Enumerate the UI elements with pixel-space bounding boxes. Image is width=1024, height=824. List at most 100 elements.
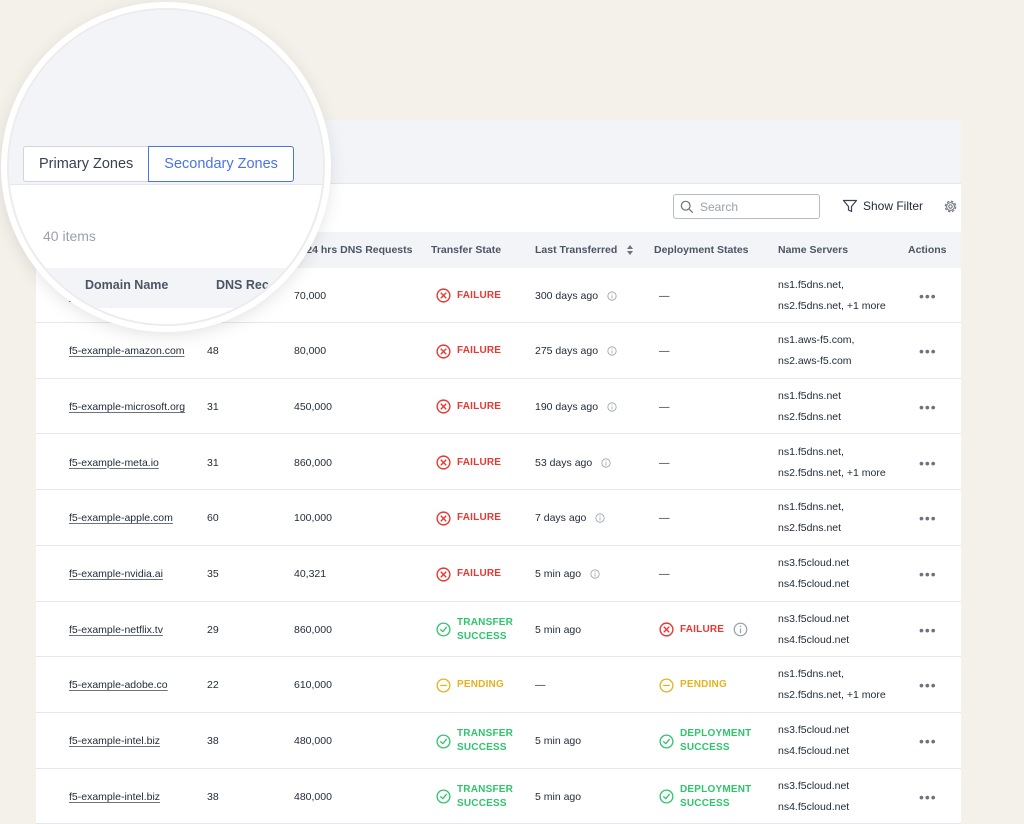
dns-records-value: 48 [207,345,219,358]
last-transferred-value: 53 days ago [535,456,593,469]
more-actions-icon[interactable]: ••• [919,547,937,602]
dns-requests-value: 80,000 [294,345,327,358]
column-last-transferred-label: Last Transferred [535,244,618,256]
status-text-line1: TRANSFER [457,616,514,628]
table-row[interactable]: f5-example-amazon.com 48 80,000 FAILURE 275 … [36,324,961,379]
info-icon[interactable] [607,402,617,412]
name-servers-cell: ns1.f5dns.net, ns2.f5dns.net, +1 more [778,658,886,713]
transfer-state-cell: FAILURE [436,268,501,323]
last-transferred-value: 190 days ago [535,400,599,413]
failure-icon [436,511,451,526]
status-badge: FAILURE [436,344,501,359]
transfer-state-cell: FAILURE [436,491,501,546]
dns-requests-value: 480,000 [294,735,332,748]
search-box[interactable] [673,194,820,219]
status-text-line1: FAILURE [457,512,502,524]
table-row[interactable]: f5-example-meta.io 31 860,000 FAILURE 53 day… [36,435,961,491]
status-badge: PENDING [436,678,504,693]
pending-icon [436,678,451,693]
tab-primary-zones[interactable]: Primary Zones [23,146,149,182]
name-server-2: ns4.f5cloud.net [778,800,850,813]
name-server-2: ns4.f5cloud.net [778,745,850,758]
domain-link[interactable]: f5-example-adobe.co [69,679,168,691]
name-servers-cell: ns3.f5cloud.net ns4.f5cloud.net [778,769,849,824]
deployment-state-cell: PENDING [659,658,727,713]
search-input[interactable] [700,199,800,214]
more-actions-icon[interactable]: ••• [919,658,937,713]
search-icon [680,200,694,213]
transfer-state-cell: FAILURE [436,435,501,490]
tab-secondary-zones[interactable]: Secondary Zones [148,146,294,182]
check-circle-icon [436,622,451,637]
domain-link[interactable]: f5-example-intel.biz [69,791,160,803]
show-filter-button[interactable]: Show Filter [842,198,923,214]
more-actions-icon[interactable]: ••• [919,491,937,546]
table-row[interactable]: f5-example-apple.com 60 100,000 FAILURE 7 da… [36,491,961,546]
last-transferred-cell: 5 min ago [535,769,581,824]
status-badge: FAILURE [659,622,754,637]
last-transferred-value: 300 days ago [535,289,599,302]
domain-link[interactable]: f5-example-intel.biz [69,735,160,747]
more-actions-icon[interactable]: ••• [919,268,937,323]
info-icon[interactable] [733,622,748,637]
more-actions-icon[interactable]: ••• [919,435,937,490]
column-actions: Actions [908,244,947,256]
table-row[interactable]: f5-example-netflix.tv 29 860,000 TRANSFER SU… [36,602,961,658]
domain-link[interactable]: f5-example-netflix.tv [69,624,163,636]
column-last-transferred[interactable]: Last Transferred [535,232,634,268]
status-text-line1: FAILURE [680,623,725,635]
info-icon[interactable] [607,290,617,301]
table-row[interactable]: f5-example-nvidia.ai 35 40,321 FAILURE 5 min… [36,547,961,602]
name-server-1: ns1.aws-f5.com, [778,334,855,347]
more-actions-icon[interactable]: ••• [919,324,937,379]
failure-icon [436,566,451,582]
name-server-1: ns1.f5dns.net, [778,278,844,291]
deployment-state-cell: — [659,268,670,323]
table-row[interactable]: f5-example-adobe.co 22 610,000 PENDING — PEND… [36,658,961,713]
dns-records-value: 35 [207,568,219,580]
dns-records-value: 31 [207,400,219,413]
table-row[interactable]: f5-example-intel.biz 38 480,000 TRANSFER SUC… [36,769,961,824]
dns-records-value: 60 [207,512,219,525]
name-servers-cell: ns3.f5cloud.net ns4.f5cloud.net [778,602,849,657]
domain-link[interactable]: f5-example-microsoft.org [69,401,185,413]
more-actions-icon[interactable]: ••• [919,769,937,824]
info-icon[interactable] [601,458,611,468]
gear-icon[interactable] [942,198,959,215]
table-row[interactable]: f5-example-microsoft.org 31 450,000 FAILURE… [36,379,961,435]
deployment-state-cell: DEPLOYMENT SUCCESS [659,769,751,824]
dns-records-value: 38 [207,790,219,803]
sort-icon[interactable] [626,244,634,256]
status-text-line2: SUCCESS [457,797,507,809]
column-domain-name[interactable]: Domain Name [85,278,168,292]
status-text-line1: FAILURE [457,400,502,412]
deployment-state-cell: FAILURE [659,602,754,657]
status-empty: — [659,400,670,413]
info-icon[interactable] [595,513,605,523]
dns-records-value: 38 [207,735,219,748]
status-badge: FAILURE [436,288,501,303]
domain-link[interactable]: f5-example-amazon.com [69,345,185,357]
name-server-1: ns1.f5dns.net, [778,445,844,458]
name-servers-cell: ns1.f5dns.net, ns2.f5dns.net [778,491,844,546]
info-icon[interactable] [607,346,617,356]
column-dns-records[interactable]: DNS Rec [216,278,269,292]
info-icon[interactable] [590,569,600,579]
domain-link[interactable]: f5-example-meta.io [69,457,159,469]
column-transfer-state: Transfer State [431,244,502,256]
more-actions-icon[interactable]: ••• [919,602,937,657]
name-server-1: ns3.f5cloud.net [778,612,850,625]
more-actions-icon[interactable]: ••• [919,714,937,769]
name-servers-cell: ns1.aws-f5.com, ns2.aws-f5.com [778,324,854,379]
status-text-line1: FAILURE [457,568,502,579]
more-actions-icon[interactable]: ••• [919,379,937,434]
table-row[interactable]: f5-example-intel.biz 38 480,000 TRANSFER SUC… [36,714,961,769]
status-empty: — [659,345,670,358]
name-servers-cell: ns3.f5cloud.net ns4.f5cloud.net [778,547,849,602]
name-server-1: ns3.f5cloud.net [778,779,850,792]
name-server-1: ns1.f5dns.net, [778,501,844,514]
last-transferred-value: 5 min ago [535,790,582,803]
name-server-2: ns2.f5dns.net, +1 more [778,466,886,479]
domain-link[interactable]: f5-example-apple.com [69,512,173,524]
domain-link[interactable]: f5-example-nvidia.ai [69,568,163,580]
